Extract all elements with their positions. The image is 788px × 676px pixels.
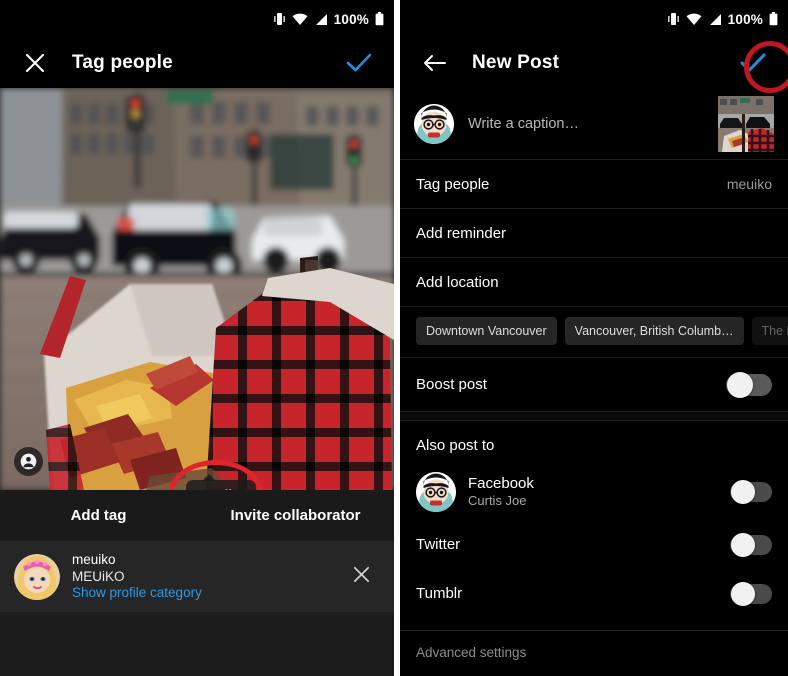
account-circle-icon[interactable] bbox=[14, 447, 43, 476]
dual-screenshot: 100% Tag people Add tag Invite collabora… bbox=[0, 0, 788, 676]
row-label: Tag people bbox=[416, 175, 490, 193]
row-add-location[interactable]: Add location bbox=[400, 258, 788, 307]
invite-collaborator-button[interactable]: Invite collaborator bbox=[197, 507, 394, 524]
boost-post-label: Boost post bbox=[416, 376, 487, 393]
row-tag-people[interactable]: Tag people meuiko bbox=[400, 160, 788, 209]
wifi-icon bbox=[686, 13, 702, 25]
twitter-toggle[interactable] bbox=[730, 532, 772, 557]
advanced-settings-row[interactable]: Advanced settings bbox=[400, 630, 788, 674]
tag-people-appbar: Tag people bbox=[0, 38, 394, 88]
avatar bbox=[14, 554, 60, 600]
cellular-signal-icon bbox=[709, 13, 721, 25]
photo-image bbox=[0, 88, 394, 490]
social-name: Tumblr bbox=[416, 584, 463, 602]
remove-tag-icon[interactable] bbox=[353, 566, 380, 589]
page-title-right: New Post bbox=[472, 52, 560, 73]
row-add-reminder[interactable]: Add reminder bbox=[400, 209, 788, 258]
boost-post-toggle[interactable] bbox=[726, 371, 772, 398]
left-bottom-filler bbox=[0, 612, 394, 676]
social-row-twitter[interactable]: Twitter bbox=[400, 520, 788, 569]
social-row-facebook[interactable]: Facebook Curtis Joe bbox=[400, 464, 788, 520]
social-account: Curtis Joe bbox=[468, 493, 527, 509]
twitter-info: Twitter bbox=[416, 536, 718, 554]
post-thumbnail[interactable] bbox=[718, 95, 774, 152]
tagged-username: meuiko bbox=[72, 551, 116, 567]
battery-icon bbox=[769, 12, 778, 26]
confirm-tags-button[interactable] bbox=[344, 48, 374, 78]
cellular-signal-icon bbox=[315, 13, 327, 25]
tagging-photo[interactable]: meuiko bbox=[0, 88, 394, 490]
new-post-appbar: New Post bbox=[400, 38, 788, 93]
tag-action-bar: Add tag Invite collaborator bbox=[0, 490, 394, 542]
add-tag-button[interactable]: Add tag bbox=[0, 507, 197, 524]
show-profile-category-link[interactable]: Show profile category bbox=[72, 585, 341, 602]
vibrate-icon bbox=[667, 13, 679, 25]
location-suggestions: Downtown Vancouver Vancouver, British Co… bbox=[400, 307, 788, 358]
caption-input[interactable]: Write a caption… bbox=[468, 116, 704, 132]
tumblr-toggle[interactable] bbox=[730, 581, 772, 606]
facebook-toggle[interactable] bbox=[730, 480, 772, 504]
row-boost-post[interactable]: Boost post bbox=[400, 358, 788, 412]
tag-people-screen: 100% Tag people Add tag Invite collabora… bbox=[0, 0, 394, 676]
location-chip[interactable]: Downtown Vancouver bbox=[416, 317, 557, 345]
battery-percent-left: 100% bbox=[333, 11, 369, 27]
vibrate-icon bbox=[273, 13, 285, 25]
status-bar-right: 100% bbox=[400, 0, 788, 38]
tumblr-info: Tumblr bbox=[416, 585, 718, 603]
social-row-tumblr[interactable]: Tumblr bbox=[400, 569, 788, 618]
row-label: Add location bbox=[416, 273, 499, 291]
user-avatar bbox=[414, 103, 454, 144]
social-name: Twitter bbox=[416, 535, 461, 553]
share-annotation-circle bbox=[744, 41, 788, 93]
caption-row[interactable]: Write a caption… bbox=[400, 88, 788, 160]
battery-icon bbox=[375, 12, 384, 26]
facebook-account-avatar bbox=[416, 472, 456, 512]
close-icon[interactable] bbox=[20, 48, 50, 78]
wifi-icon bbox=[292, 13, 308, 25]
new-post-screen: 100% New Post Write a caption… Tag peopl… bbox=[400, 0, 788, 676]
status-bar-left: 100% bbox=[0, 0, 394, 38]
location-chip[interactable]: The K bbox=[751, 317, 788, 345]
battery-percent-right: 100% bbox=[727, 11, 763, 27]
social-name: Facebook bbox=[468, 475, 534, 493]
also-post-to-title: Also post to bbox=[416, 437, 495, 454]
back-arrow-icon[interactable] bbox=[420, 48, 450, 78]
row-value: meuiko bbox=[726, 176, 772, 192]
page-title-left: Tag people bbox=[72, 52, 173, 73]
location-chip[interactable]: Vancouver, British Columb… bbox=[564, 317, 744, 345]
tagged-display-name: MEUiKO bbox=[72, 568, 125, 584]
section-divider bbox=[400, 412, 788, 421]
tagged-user-row[interactable]: meuiko MEUiKO Show profile category bbox=[0, 542, 394, 612]
facebook-info: Facebook Curtis Joe bbox=[468, 475, 718, 509]
tagged-user-info: meuiko MEUiKO Show profile category bbox=[72, 552, 341, 603]
row-label: Add reminder bbox=[416, 224, 507, 242]
